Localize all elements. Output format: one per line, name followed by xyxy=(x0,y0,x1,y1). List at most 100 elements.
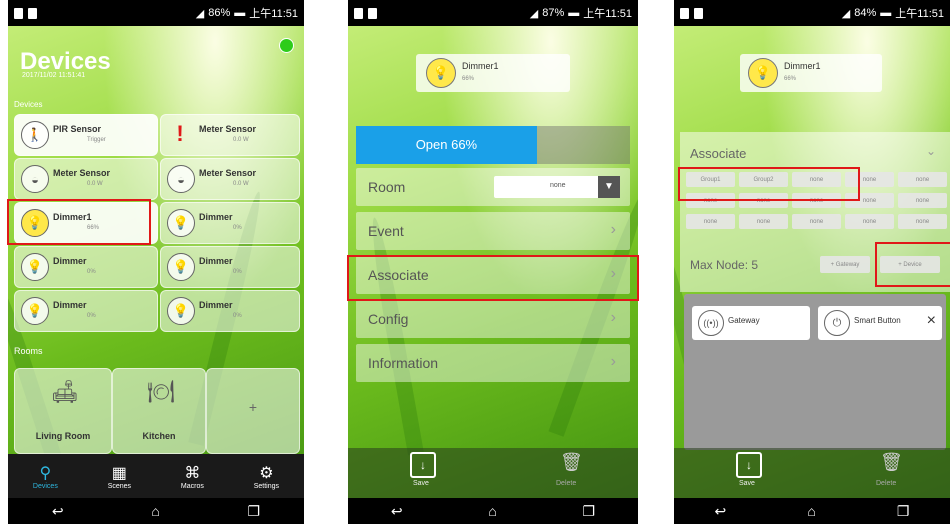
group-slot-button[interactable]: none xyxy=(739,214,788,229)
home-icon[interactable]: ⌂ xyxy=(488,503,496,519)
save-button[interactable]: ↓ Save xyxy=(732,452,766,492)
group-slot-button[interactable]: none xyxy=(898,193,947,208)
battery-icon: ▬ xyxy=(568,7,580,19)
tile-status: 0.0 W xyxy=(233,181,249,187)
add-gateway-button[interactable]: + Gateway xyxy=(820,256,870,273)
group-slot-button[interactable]: none xyxy=(686,214,735,229)
tab-settings[interactable]: ⚙ Settings xyxy=(254,463,279,490)
battery-icon: ▬ xyxy=(880,7,892,19)
home-icon[interactable]: ⌂ xyxy=(151,503,159,519)
device-tile-dimmer[interactable]: 💡 Dimmer 0% xyxy=(14,246,158,288)
chevron-down-icon[interactable]: ⌄ xyxy=(926,144,936,158)
recents-icon[interactable]: ❐ xyxy=(248,503,261,520)
device-tile-meter-sensor[interactable]: ! Meter Sensor 0.0 W xyxy=(160,114,300,156)
device-name: Dimmer1 xyxy=(462,61,499,71)
living-room-icon: 🛋 xyxy=(51,379,79,404)
group-slot-label: none xyxy=(915,176,930,183)
group-slot-button[interactable]: Group1 xyxy=(686,172,735,187)
device-tile-dimmer1[interactable]: 💡 Dimmer1 66% xyxy=(14,202,158,244)
room-tile-living-room[interactable]: 🛋 Living Room xyxy=(14,368,112,454)
menu-row-room[interactable]: Room none ▼ xyxy=(356,168,630,206)
lightbulb-icon: 💡 xyxy=(167,253,195,281)
save-button[interactable]: ↓ Save xyxy=(406,452,440,492)
tile-status: 0% xyxy=(233,269,242,275)
menu-row-information[interactable]: Information › xyxy=(356,344,630,382)
home-icon[interactable]: ⌂ xyxy=(807,503,815,519)
clock: 上午11:51 xyxy=(895,8,944,20)
shield-icon xyxy=(354,7,363,19)
meter-icon: ◒ xyxy=(167,165,195,193)
room-tile-kitchen[interactable]: 🍽 Kitchen xyxy=(112,368,206,454)
clapperboard-icon: ▦ xyxy=(111,464,127,482)
device-tile-dimmer[interactable]: 💡 Dimmer 0% xyxy=(14,290,158,332)
menu-label: Config xyxy=(368,311,409,327)
dimmer-slider[interactable]: Open 66% xyxy=(356,126,630,164)
device-tile-meter-sensor[interactable]: ◒ Meter Sensor 0.0 W xyxy=(14,158,158,200)
room-select[interactable]: none ▼ xyxy=(494,176,620,198)
delete-button[interactable]: 🗑 Delete xyxy=(552,452,586,492)
group-slot-button[interactable]: Group2 xyxy=(739,172,788,187)
menu-row-config[interactable]: Config › xyxy=(356,300,630,338)
recents-icon[interactable]: ❐ xyxy=(583,503,596,520)
group-slot-button[interactable]: none xyxy=(845,193,894,208)
plus-icon: + xyxy=(248,399,258,415)
close-icon[interactable]: × xyxy=(927,312,936,330)
tab-scenes[interactable]: ▦ Scenes xyxy=(108,463,131,490)
group-slot-label: none xyxy=(862,197,877,204)
action-bar: ↓ Save 🗑 Delete xyxy=(348,448,638,498)
group-slot-button[interactable]: none xyxy=(792,193,841,208)
tab-macros[interactable]: ⌘ Macros xyxy=(181,463,204,490)
group-slot-button[interactable]: none xyxy=(898,172,947,187)
device-tile-dimmer[interactable]: 💡 Dimmer 0% xyxy=(160,202,300,244)
tile-name: Meter Sensor xyxy=(199,168,257,178)
device-tile-pir-sensor[interactable]: 🚶 PIR Sensor Trigger xyxy=(14,114,158,156)
alert-icon: ! xyxy=(176,121,184,146)
back-icon[interactable]: ↩ xyxy=(391,503,403,520)
recents-icon[interactable]: ❐ xyxy=(897,503,910,520)
clock: 上午11:51 xyxy=(249,8,298,20)
tile-name: Meter Sensor xyxy=(53,168,111,178)
devices-icon: ⚲ xyxy=(39,464,52,482)
device-tile-dimmer[interactable]: 💡 Dimmer 0% xyxy=(160,290,300,332)
lightbulb-icon: 💡 xyxy=(167,297,195,325)
group-slot-button[interactable]: none xyxy=(792,214,841,229)
group-slot-label: none xyxy=(915,197,930,204)
node-gateway[interactable]: ((•)) Gateway xyxy=(692,306,810,340)
group-slot-button[interactable]: none xyxy=(686,193,735,208)
device-card: 💡 Dimmer1 66% xyxy=(740,54,882,92)
tab-devices[interactable]: ⚲ Devices xyxy=(33,463,58,490)
lightbulb-icon: 💡 xyxy=(21,297,49,325)
phone-device-detail-screen: ◢ 87% ▬ 上午11:51 💡 Dimmer1 66% Open 66% Room… xyxy=(348,0,638,524)
timestamp: 2017/11/02 11:51:41 xyxy=(22,72,86,79)
menu-row-associate[interactable]: Associate › xyxy=(356,256,630,294)
tile-status: 0.0 W xyxy=(233,137,249,143)
group-slot-button[interactable]: none xyxy=(845,214,894,229)
tile-name: Dimmer xyxy=(53,256,87,266)
group-slot-label: none xyxy=(809,176,824,183)
group-slot-label: none xyxy=(862,176,877,183)
node-smart-button[interactable]: ⏻ Smart Button × xyxy=(818,306,942,340)
add-room-button[interactable]: + xyxy=(206,368,300,454)
device-tile-dimmer[interactable]: 💡 Dimmer 0% xyxy=(160,246,300,288)
group-slot-button[interactable]: none xyxy=(845,172,894,187)
tile-name: Dimmer xyxy=(199,256,233,266)
group-slot-label: none xyxy=(756,197,771,204)
menu-label: Associate xyxy=(368,267,429,283)
notification-icon xyxy=(694,7,703,19)
device-tile-meter-sensor[interactable]: ◒ Meter Sensor 0.0 W xyxy=(160,158,300,200)
clock: 上午11:51 xyxy=(583,8,632,20)
delete-button[interactable]: 🗑 Delete xyxy=(872,452,906,492)
flowchart-icon: ⌘ xyxy=(184,464,201,482)
add-device-button[interactable]: + Device xyxy=(880,256,940,273)
group-slot-button[interactable]: none xyxy=(898,214,947,229)
group-slot-button[interactable]: none xyxy=(739,193,788,208)
save-icon: ↓ xyxy=(736,452,762,478)
group-slot-button[interactable]: none xyxy=(792,172,841,187)
tab-label: Macros xyxy=(180,482,204,490)
back-icon[interactable]: ↩ xyxy=(52,503,64,520)
chevron-right-icon: › xyxy=(610,221,616,238)
associate-panel: Associate ⌄ Group1 Group2 none none none none… xyxy=(680,132,950,292)
chevron-down-icon: ▼ xyxy=(598,176,620,198)
menu-row-event[interactable]: Event › xyxy=(356,212,630,250)
back-icon[interactable]: ↩ xyxy=(715,503,727,520)
